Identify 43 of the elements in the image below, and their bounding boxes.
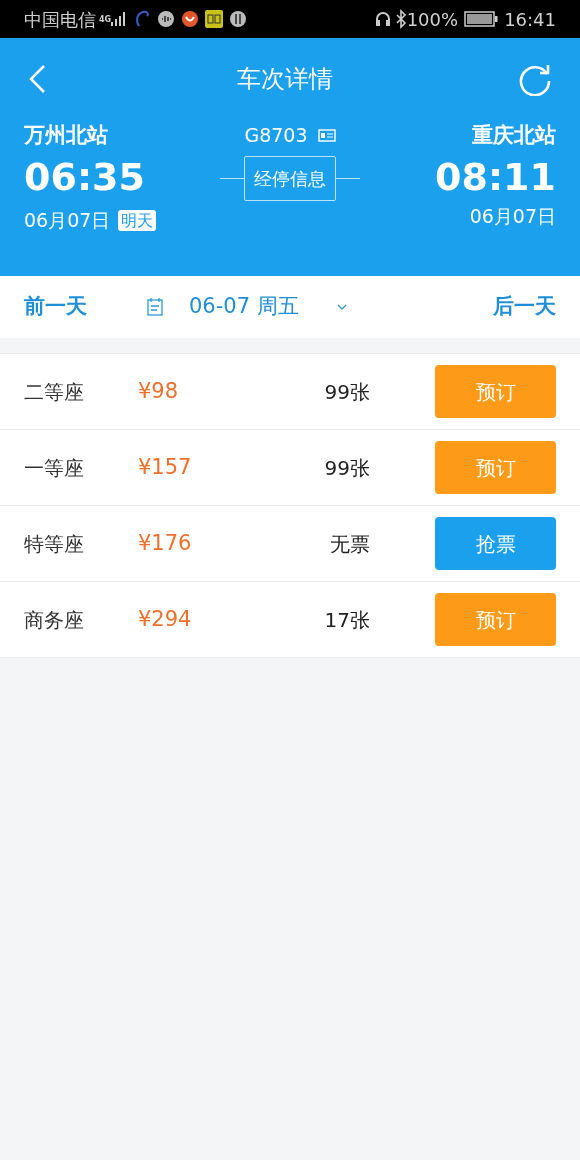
book-button[interactable]: 预订 [435, 441, 556, 494]
id-card-icon [317, 128, 336, 142]
departure-time: 06:35 [24, 154, 146, 201]
clock-time: 16:41 [504, 7, 556, 32]
tickets-left: 99张 [323, 378, 370, 406]
next-day-tag: 明天 [118, 209, 157, 231]
seat-price: ¥98 [138, 377, 180, 405]
next-day-button[interactable]: 后一天 [493, 291, 556, 323]
headphones-icon [373, 10, 392, 28]
seat-price: ¥157 [138, 453, 193, 481]
calendar-icon [147, 298, 163, 316]
arrival-date: 06月07日 [469, 206, 556, 227]
book-button[interactable]: 预订 [435, 593, 556, 646]
seat-class: 二等座 [24, 378, 85, 406]
seat-class: 特等座 [24, 530, 85, 558]
seat-price: ¥294 [138, 605, 193, 633]
carrier-name: 中国电信 [24, 7, 96, 32]
seat-price: ¥176 [138, 529, 193, 557]
book-button[interactable]: 抢票 [435, 517, 556, 570]
app-icon [205, 10, 223, 28]
arrival-time: 08:11 [435, 154, 556, 201]
tickets-left: 99张 [323, 454, 370, 482]
chevron-down-icon [336, 304, 347, 310]
previous-day-button[interactable]: 前一天 [24, 291, 87, 323]
stops-info-button[interactable]: 经停信息 [244, 156, 336, 201]
tickets-left: 无票 [329, 530, 370, 558]
date-picker[interactable]: 06-07 周五 [147, 291, 347, 323]
audio-icon [157, 10, 175, 28]
departure-station: 万州北站 [24, 122, 109, 149]
network-type: 4G [99, 14, 109, 24]
refresh-button[interactable] [518, 62, 552, 96]
train-number: G8703 [244, 122, 308, 148]
seat-class: 一等座 [24, 454, 85, 482]
bluetooth-icon [394, 9, 407, 29]
battery-percent: 100% [406, 7, 459, 32]
battery-icon [464, 11, 499, 27]
tickets-left: 17张 [323, 606, 370, 634]
app-icon [181, 10, 199, 28]
page-title: 车次详情 [237, 64, 333, 95]
book-button[interactable]: 预订 [435, 365, 556, 418]
arrival-station: 重庆北站 [472, 122, 556, 149]
seat-class: 商务座 [24, 606, 85, 634]
departure-date: 06月07日 [24, 208, 111, 233]
